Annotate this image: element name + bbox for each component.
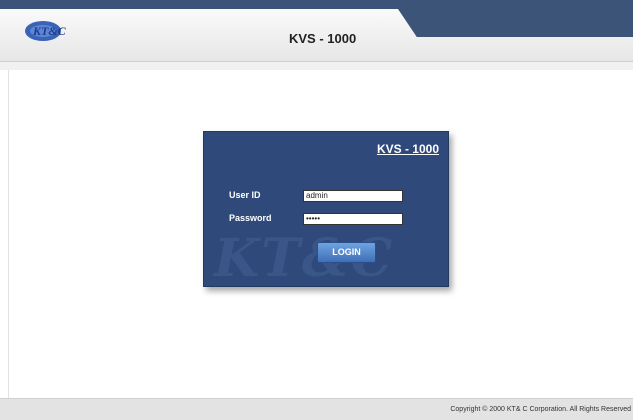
login-panel: KT&C KVS - 1000 User ID admin Password •…: [203, 131, 449, 287]
user-id-label: User ID: [229, 190, 261, 200]
footer: Copyright © 2000 KT& C Corporation. All …: [0, 398, 633, 420]
company-logo: KT&C: [25, 21, 67, 41]
login-button[interactable]: LOGIN: [317, 242, 376, 263]
password-input[interactable]: •••••: [303, 213, 403, 225]
header-title: KVS - 1000: [289, 31, 357, 46]
user-id-input[interactable]: admin: [303, 190, 403, 202]
copyright-text: Copyright © 2000 KT& C Corporation. All …: [450, 406, 631, 413]
password-label: Password: [229, 213, 272, 223]
top-bar: [0, 0, 633, 9]
content-band: [0, 62, 633, 70]
logo-text: KT&C: [32, 24, 67, 38]
header-accent: [398, 9, 633, 37]
panel-title: KVS - 1000: [376, 142, 439, 156]
